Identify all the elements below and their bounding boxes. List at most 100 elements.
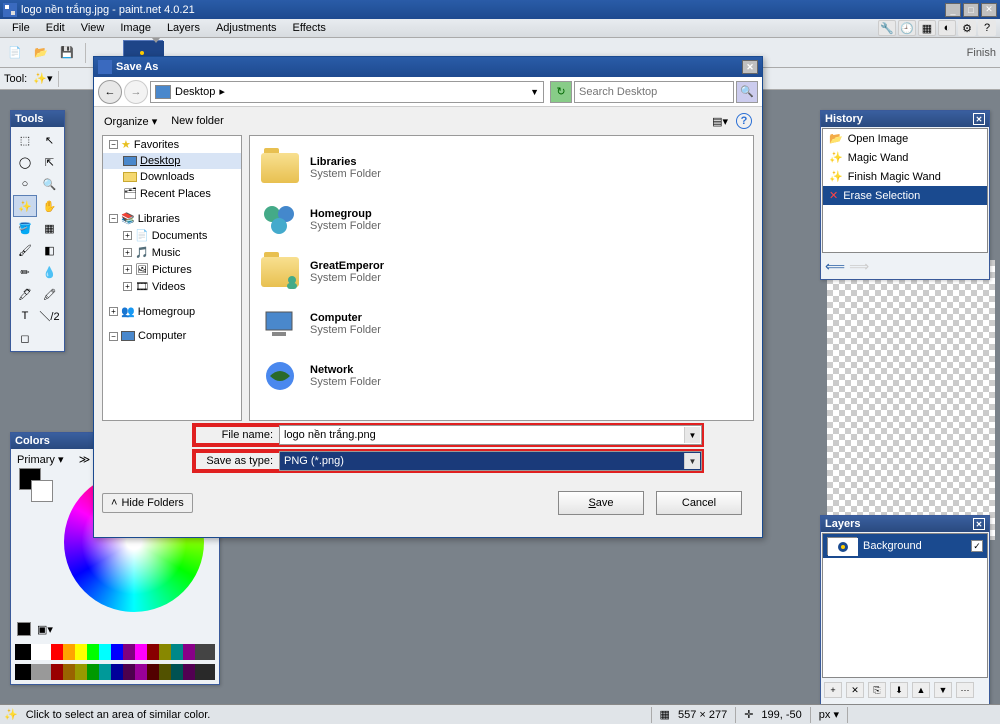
move-up-icon[interactable]: ▲ bbox=[912, 682, 930, 698]
layer-item[interactable]: Background ✓ bbox=[823, 534, 987, 558]
chevron-down-icon[interactable]: ▼ bbox=[684, 453, 700, 469]
search-button[interactable]: 🔍 bbox=[736, 81, 758, 103]
line-tool[interactable]: ＼/2 bbox=[38, 305, 62, 327]
history-item: ✕Erase Selection bbox=[823, 186, 987, 205]
lasso-tool[interactable]: ◯ bbox=[13, 151, 37, 173]
close-button[interactable]: ✕ bbox=[981, 3, 997, 17]
layers-close-icon[interactable]: ✕ bbox=[973, 518, 985, 530]
add-layer-icon[interactable]: + bbox=[824, 682, 842, 698]
gradient-tool[interactable]: ▦ bbox=[38, 217, 62, 239]
expand-icon[interactable]: + bbox=[123, 231, 132, 240]
ellipse-select-tool[interactable]: ○ bbox=[13, 173, 37, 195]
colors-toggle-icon[interactable]: ◐ bbox=[938, 20, 956, 36]
menu-layers[interactable]: Layers bbox=[159, 20, 208, 36]
move-selection-tool[interactable]: ⇱ bbox=[38, 151, 62, 173]
history-list[interactable]: 📂Open Image ✨Magic Wand ✨Finish Magic Wa… bbox=[822, 128, 988, 253]
move-down-icon[interactable]: ▼ bbox=[934, 682, 952, 698]
save-button[interactable]: Save bbox=[558, 491, 644, 515]
merge-down-icon[interactable]: ⬇ bbox=[890, 682, 908, 698]
collapse-icon[interactable]: − bbox=[109, 214, 118, 223]
open-icon[interactable]: 📂 bbox=[30, 42, 52, 64]
magic-wand-tool[interactable]: ✨ bbox=[13, 195, 37, 217]
clone-tool[interactable]: 🖊 bbox=[13, 283, 37, 305]
redo-icon[interactable]: ⟹ bbox=[849, 258, 869, 275]
bucket-tool[interactable]: 🪣 bbox=[13, 217, 37, 239]
black-swatch[interactable] bbox=[17, 622, 31, 636]
zoom-tool[interactable]: 🔍 bbox=[38, 173, 62, 195]
organize-dropdown[interactable]: Organize ▾ bbox=[104, 115, 157, 128]
menu-adjustments[interactable]: Adjustments bbox=[208, 20, 285, 36]
brush-tool[interactable]: 🖌 bbox=[13, 239, 37, 261]
duplicate-layer-icon[interactable]: ⎘ bbox=[868, 682, 886, 698]
layer-visible-checkbox[interactable]: ✓ bbox=[971, 540, 983, 552]
file-list[interactable]: LibrariesSystem Folder HomegroupSystem F… bbox=[249, 135, 754, 421]
breadcrumb[interactable]: Desktop ▸ ▼ bbox=[150, 81, 544, 103]
unit-dropdown[interactable]: px ▾ bbox=[819, 708, 839, 721]
tools-toggle-icon[interactable]: 🔧 bbox=[878, 20, 896, 36]
recolor-tool[interactable]: 🖍 bbox=[38, 283, 62, 305]
saveastype-select[interactable]: PNG (*.png)▼ bbox=[279, 451, 702, 471]
menu-file[interactable]: File bbox=[4, 20, 38, 36]
color-swap[interactable] bbox=[19, 468, 53, 502]
doc-icon: 📄 bbox=[135, 229, 149, 242]
expand-icon[interactable]: + bbox=[123, 282, 132, 291]
rect-select-tool[interactable]: ⬚ bbox=[13, 129, 37, 151]
finish-label[interactable]: Finish bbox=[967, 47, 996, 59]
desktop-icon bbox=[155, 85, 171, 99]
forward-button[interactable]: → bbox=[124, 80, 148, 104]
save-icon[interactable]: 💾 bbox=[56, 42, 78, 64]
expand-icon[interactable]: + bbox=[123, 248, 132, 257]
collapse-icon[interactable]: − bbox=[109, 332, 118, 341]
refresh-button[interactable]: ↻ bbox=[550, 81, 572, 103]
list-item[interactable]: GreatEmperorSystem Folder bbox=[256, 246, 747, 298]
history-toggle-icon[interactable]: 🕘 bbox=[898, 20, 916, 36]
hide-folders-button[interactable]: ˄Hide Folders bbox=[102, 493, 193, 513]
color-swatches[interactable] bbox=[15, 644, 215, 660]
list-item[interactable]: HomegroupSystem Folder bbox=[256, 194, 747, 246]
new-folder-button[interactable]: New folder bbox=[171, 115, 224, 127]
search-input[interactable] bbox=[574, 81, 734, 103]
tools-panel: Tools ⬚ ↖ ◯ ⇱ ○ 🔍 ✨ ✋ 🪣 ▦ 🖌 ◧ ✏ 💧 🖊 🖍 T … bbox=[10, 110, 65, 352]
history-close-icon[interactable]: ✕ bbox=[973, 113, 985, 125]
pan-tool[interactable]: ✋ bbox=[38, 195, 62, 217]
color-swatches-2[interactable] bbox=[15, 664, 215, 680]
settings-icon[interactable]: ⚙ bbox=[958, 20, 976, 36]
layers-list[interactable]: Background ✓ bbox=[822, 533, 988, 678]
expand-icon[interactable]: + bbox=[123, 265, 132, 274]
eraser-tool[interactable]: ◧ bbox=[38, 239, 62, 261]
primary-label[interactable]: Primary bbox=[17, 454, 55, 466]
new-icon[interactable]: 📄 bbox=[4, 42, 26, 64]
picker-tool[interactable]: 💧 bbox=[38, 261, 62, 283]
layer-properties-icon[interactable]: ⋯ bbox=[956, 682, 974, 698]
shapes-tool[interactable]: ◻ bbox=[13, 327, 37, 349]
collapse-icon[interactable]: − bbox=[109, 140, 118, 149]
filename-input[interactable]: logo nền trắng.png▼ bbox=[279, 425, 702, 445]
text-tool[interactable]: T bbox=[13, 305, 37, 327]
move-tool[interactable]: ↖ bbox=[38, 129, 62, 151]
palette-dropdown[interactable]: ▣▾ bbox=[37, 623, 53, 636]
expand-icon[interactable]: + bbox=[109, 307, 118, 316]
chevron-down-icon[interactable]: ▼ bbox=[684, 427, 700, 443]
menu-image[interactable]: Image bbox=[112, 20, 159, 36]
cancel-button[interactable]: Cancel bbox=[656, 491, 742, 515]
delete-layer-icon[interactable]: ✕ bbox=[846, 682, 864, 698]
active-tool-icon[interactable]: ✨▾ bbox=[33, 72, 52, 85]
help-icon[interactable]: ? bbox=[736, 113, 752, 129]
list-item[interactable]: NetworkSystem Folder bbox=[256, 350, 747, 402]
menu-effects[interactable]: Effects bbox=[285, 20, 334, 36]
dialog-close-button[interactable]: ✕ bbox=[742, 60, 758, 74]
more-colors[interactable]: ≫ bbox=[79, 454, 91, 466]
view-mode-icon[interactable]: ▤▾ bbox=[712, 115, 728, 128]
layers-toggle-icon[interactable]: ▦ bbox=[918, 20, 936, 36]
menu-edit[interactable]: Edit bbox=[38, 20, 73, 36]
menu-view[interactable]: View bbox=[73, 20, 113, 36]
back-button[interactable]: ← bbox=[98, 80, 122, 104]
pencil-tool[interactable]: ✏ bbox=[13, 261, 37, 283]
folder-tree[interactable]: −★Favorites Desktop Downloads 🗂Recent Pl… bbox=[102, 135, 242, 421]
list-item[interactable]: LibrariesSystem Folder bbox=[256, 142, 747, 194]
undo-icon[interactable]: ⟸ bbox=[825, 258, 845, 275]
help-icon[interactable]: ? bbox=[978, 20, 996, 36]
minimize-button[interactable]: _ bbox=[945, 3, 961, 17]
list-item[interactable]: ComputerSystem Folder bbox=[256, 298, 747, 350]
maximize-button[interactable]: □ bbox=[963, 3, 979, 17]
